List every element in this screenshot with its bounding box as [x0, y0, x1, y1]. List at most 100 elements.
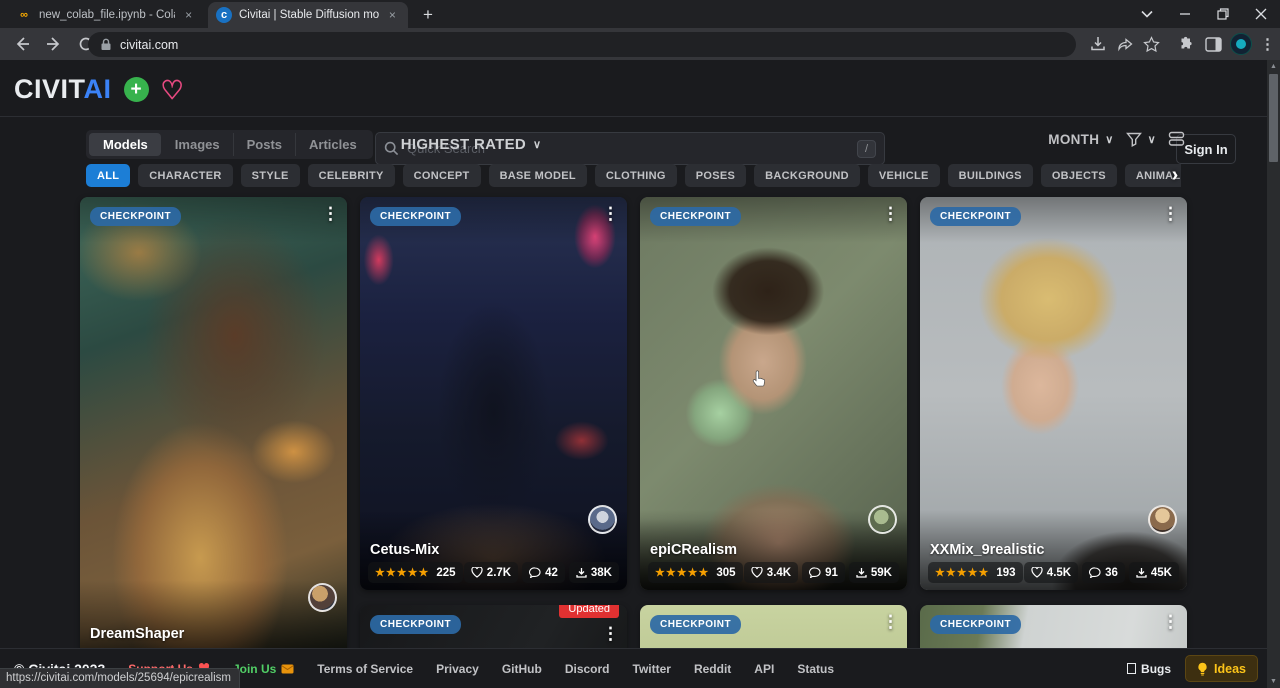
- chip-objects[interactable]: OBJECTS: [1041, 164, 1117, 187]
- chip-background[interactable]: BACKGROUND: [754, 164, 860, 187]
- model-card-xxmix9realistic[interactable]: CHECKPOINT ⋮ XXMix_9realistic ★★★★★ 193 …: [920, 197, 1187, 590]
- lightbulb-icon: [1197, 662, 1208, 676]
- updated-badge: Updated: [559, 605, 619, 618]
- comments-count: 36: [1105, 567, 1118, 579]
- bugs-link[interactable]: Bugs: [1127, 662, 1171, 676]
- model-stats: ★★★★★ 305 3.4K 91: [648, 562, 899, 583]
- card-menu-icon[interactable]: ⋮: [322, 205, 339, 222]
- new-tab-button[interactable]: +: [416, 4, 440, 28]
- period-dropdown[interactable]: MONTH∨: [1048, 132, 1113, 147]
- tab-articles[interactable]: Articles: [295, 133, 370, 156]
- footer-link-privacy[interactable]: Privacy: [436, 662, 479, 676]
- creator-avatar[interactable]: [588, 505, 617, 534]
- model-stats: ★★★★★ 193 4.5K 36: [928, 562, 1179, 583]
- chip-poses[interactable]: POSES: [685, 164, 746, 187]
- footer-link-status[interactable]: Status: [797, 662, 834, 676]
- chip-concept[interactable]: CONCEPT: [403, 164, 481, 187]
- civitai-logo[interactable]: CIVITAI: [14, 74, 112, 105]
- sign-in-button[interactable]: Sign In: [1176, 134, 1236, 164]
- footer-link-github[interactable]: GitHub: [502, 662, 542, 676]
- window-restore-button[interactable]: [1204, 0, 1242, 28]
- screen: ∞ new_colab_file.ipynb - Colaborat × c C…: [0, 0, 1280, 688]
- model-title: DreamShaper: [90, 626, 337, 642]
- tab-models[interactable]: Models: [89, 133, 161, 156]
- footer-link-terms[interactable]: Terms of Service: [317, 662, 413, 676]
- model-type-badge: CHECKPOINT: [930, 207, 1021, 226]
- civitai-favicon-icon: c: [216, 7, 232, 23]
- model-card-dreamshaper[interactable]: CHECKPOINT ⋮ DreamShaper: [80, 197, 347, 660]
- footer-link-api[interactable]: API: [754, 662, 774, 676]
- card-menu-icon[interactable]: ⋮: [1162, 613, 1179, 630]
- extensions-puzzle-icon[interactable]: [1173, 31, 1200, 58]
- star-icons: ★★★★★: [655, 566, 709, 579]
- profile-avatar[interactable]: [1227, 31, 1254, 58]
- chip-clothing[interactable]: CLOTHING: [595, 164, 677, 187]
- browser-tab-colab[interactable]: ∞ new_colab_file.ipynb - Colaborat ×: [8, 2, 204, 28]
- bookmark-star-icon[interactable]: [1138, 31, 1165, 58]
- footer-link-twitter[interactable]: Twitter: [633, 662, 671, 676]
- downloads-pill: 45K: [1129, 562, 1179, 583]
- tab-title: Civitai | Stable Diffusion models,: [239, 9, 379, 21]
- tab-images[interactable]: Images: [161, 133, 233, 156]
- card-menu-icon[interactable]: ⋮: [882, 613, 899, 630]
- scrollbar-thumb[interactable]: [1269, 74, 1278, 162]
- model-card-epicrealism[interactable]: CHECKPOINT ⋮ epiCRealism ★★★★★ 305 3.4K: [640, 197, 907, 590]
- footer-link-discord[interactable]: Discord: [565, 662, 610, 676]
- status-url-bubble: https://civitai.com/models/25694/epicrea…: [0, 668, 240, 688]
- chevron-down-icon: ∨: [533, 138, 541, 151]
- model-title: XXMix_9realistic: [930, 542, 1177, 558]
- tab-close-icon[interactable]: ×: [385, 8, 400, 22]
- forward-button[interactable]: [40, 30, 68, 58]
- comments-pill: 91: [802, 562, 845, 583]
- comments-pill: 36: [1082, 562, 1125, 583]
- window-minimize-button[interactable]: [1166, 0, 1204, 28]
- scrollbar-down-icon[interactable]: ▼: [1267, 675, 1280, 688]
- chip-base-model[interactable]: BASE MODEL: [489, 164, 587, 187]
- back-button[interactable]: [8, 30, 36, 58]
- tab-search-chevron-icon[interactable]: [1128, 0, 1166, 28]
- chip-celebrity[interactable]: CELEBRITY: [308, 164, 395, 187]
- address-bar[interactable]: civitai.com: [88, 32, 1076, 57]
- likes-count: 2.7K: [487, 567, 511, 579]
- creator-avatar[interactable]: [1148, 505, 1177, 534]
- share-icon[interactable]: [1111, 31, 1138, 58]
- downloads-count: 38K: [591, 567, 612, 579]
- tab-posts[interactable]: Posts: [233, 133, 295, 156]
- comment-icon: [1089, 567, 1101, 578]
- site-header: CIVITAI + ♡ / Sign In: [0, 60, 1280, 117]
- filter-dropdown[interactable]: ∨: [1126, 132, 1156, 147]
- footer-link-reddit[interactable]: Reddit: [694, 662, 731, 676]
- chip-character[interactable]: CHARACTER: [138, 164, 232, 187]
- creator-avatar[interactable]: [868, 505, 897, 534]
- card-menu-icon[interactable]: ⋮: [602, 205, 619, 222]
- download-page-icon[interactable]: [1084, 31, 1111, 58]
- tab-close-icon[interactable]: ×: [181, 8, 196, 22]
- card-menu-icon[interactable]: ⋮: [882, 205, 899, 222]
- model-card-cetus-mix[interactable]: CHECKPOINT ⋮ Cetus-Mix ★★★★★ 225 2.7K: [360, 197, 627, 590]
- chips-scroll-right-icon[interactable]: ›: [1164, 164, 1186, 187]
- creator-avatar[interactable]: [308, 583, 337, 612]
- sort-dropdown[interactable]: HIGHEST RATED∨: [401, 136, 542, 153]
- bug-icon: [1127, 663, 1136, 674]
- page-scrollbar[interactable]: ▲ ▼: [1267, 60, 1280, 688]
- ideas-button[interactable]: Ideas: [1185, 655, 1258, 682]
- rating-pill: ★★★★★ 225: [368, 562, 463, 583]
- layout-toggle-icon[interactable]: [1168, 131, 1185, 147]
- chip-style[interactable]: STYLE: [241, 164, 300, 187]
- model-type-badge: CHECKPOINT: [370, 615, 461, 634]
- browser-menu-icon[interactable]: ⋮: [1254, 31, 1280, 58]
- scrollbar-up-icon[interactable]: ▲: [1267, 60, 1280, 73]
- chip-buildings[interactable]: BUILDINGS: [948, 164, 1033, 187]
- browser-tab-civitai[interactable]: c Civitai | Stable Diffusion models, ×: [208, 2, 408, 28]
- favorites-heart-icon[interactable]: ♡: [161, 77, 184, 103]
- side-panel-icon[interactable]: [1200, 31, 1227, 58]
- chip-all[interactable]: ALL: [86, 164, 130, 187]
- rating-count: 193: [996, 567, 1015, 579]
- model-type-badge: CHECKPOINT: [650, 207, 741, 226]
- join-us-link[interactable]: Join Us: [233, 662, 294, 676]
- window-close-button[interactable]: [1242, 0, 1280, 28]
- card-menu-icon[interactable]: ⋮: [1162, 205, 1179, 222]
- create-plus-button[interactable]: +: [124, 77, 149, 102]
- card-menu-icon[interactable]: ⋮: [602, 625, 619, 642]
- chip-vehicle[interactable]: VEHICLE: [868, 164, 940, 187]
